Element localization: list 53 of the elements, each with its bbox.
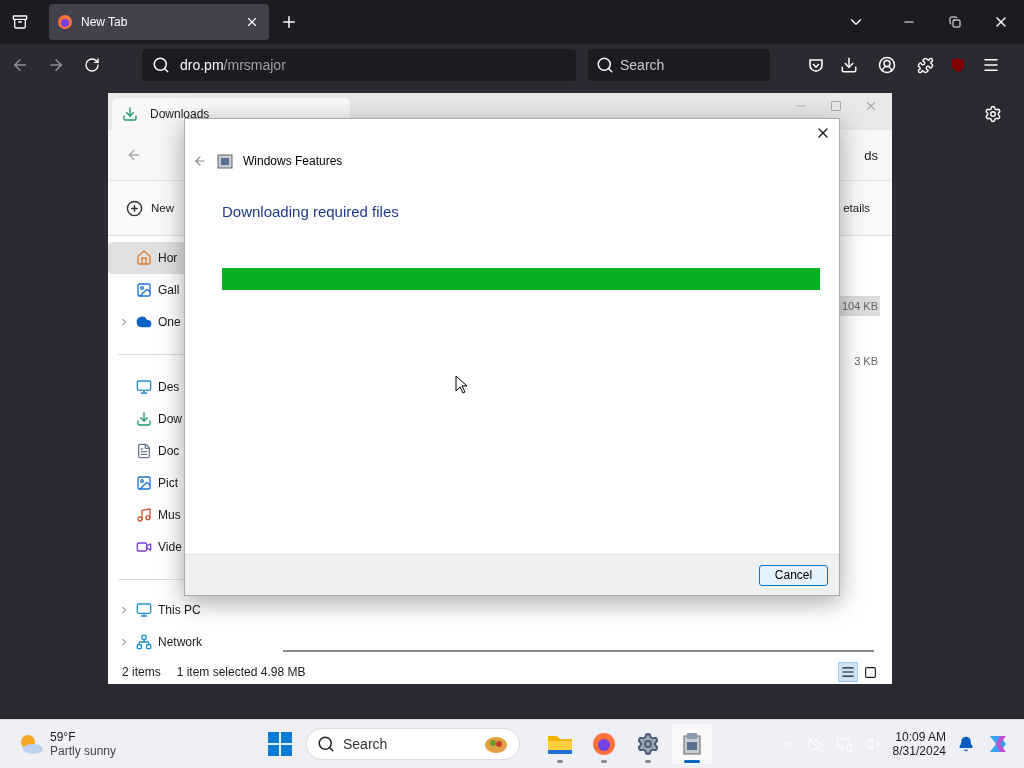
details-view-button[interactable]	[838, 662, 858, 682]
address-field[interactable]: dro.pm/mrsmajor	[142, 49, 576, 81]
nav-item[interactable]: Gall	[108, 274, 259, 306]
temperature: 59°F	[50, 730, 77, 744]
gear-icon	[636, 732, 660, 756]
nav-item[interactable]: Doc	[108, 435, 259, 467]
search-field[interactable]: ds	[864, 147, 878, 163]
nav-item[interactable]: Pict	[108, 467, 259, 499]
firefox-icon	[57, 14, 73, 30]
nav-item[interactable]: Des	[108, 371, 259, 403]
firefox-icon	[592, 732, 616, 756]
monitor-icon	[136, 379, 152, 395]
details-button[interactable]: etails	[843, 202, 870, 214]
network-icon	[136, 634, 152, 650]
browser-tab[interactable]: New Tab	[49, 4, 269, 40]
status-text: 1 item selected 4.98 MB	[176, 665, 306, 679]
cloud-icon	[136, 314, 152, 330]
video-icon	[136, 539, 152, 555]
settings-icon[interactable]	[984, 105, 1002, 123]
download-icon	[136, 411, 152, 427]
music-icon	[136, 507, 152, 523]
image-icon	[136, 282, 152, 298]
features-icon	[681, 732, 703, 756]
nav-item[interactable]: Network	[108, 626, 259, 658]
square-icon	[863, 665, 877, 679]
nav-item[interactable]: Dow	[108, 403, 259, 435]
taskbar-app[interactable]	[672, 724, 712, 764]
new-button[interactable]: New	[151, 202, 174, 214]
nav-item[interactable]: Vide	[108, 531, 259, 563]
size-cell-text: 3 KB	[853, 354, 879, 369]
weather-condition: Partly sunny	[50, 744, 117, 758]
document-icon	[136, 443, 152, 459]
features-icon	[217, 153, 233, 169]
search-field[interactable]: Search	[306, 728, 520, 760]
size-cell: 104 KB	[839, 296, 880, 316]
dialog-heading: Downloading required files	[222, 203, 400, 220]
nav-item[interactable]: One	[108, 306, 259, 338]
nav-item[interactable]: This PC	[108, 594, 259, 626]
list-icon	[841, 665, 855, 679]
pocket-icon[interactable]	[808, 57, 824, 73]
clock[interactable]: 10:09 AM 8/31/2024	[892, 730, 946, 758]
nav-item[interactable]: Mus	[108, 499, 259, 531]
status-text: 2 items	[122, 665, 161, 679]
folder-icon	[547, 733, 573, 755]
dialog-title: Windows Features	[243, 154, 343, 168]
home-icon	[136, 250, 152, 266]
cancel-button[interactable]: Cancel	[759, 564, 828, 586]
scrollbar[interactable]	[283, 650, 874, 652]
monitor-icon	[136, 602, 152, 618]
image-icon	[136, 475, 152, 491]
start-icon[interactable]	[268, 732, 292, 756]
cursor-icon	[455, 375, 468, 394]
search-field[interactable]: Search	[588, 49, 770, 81]
